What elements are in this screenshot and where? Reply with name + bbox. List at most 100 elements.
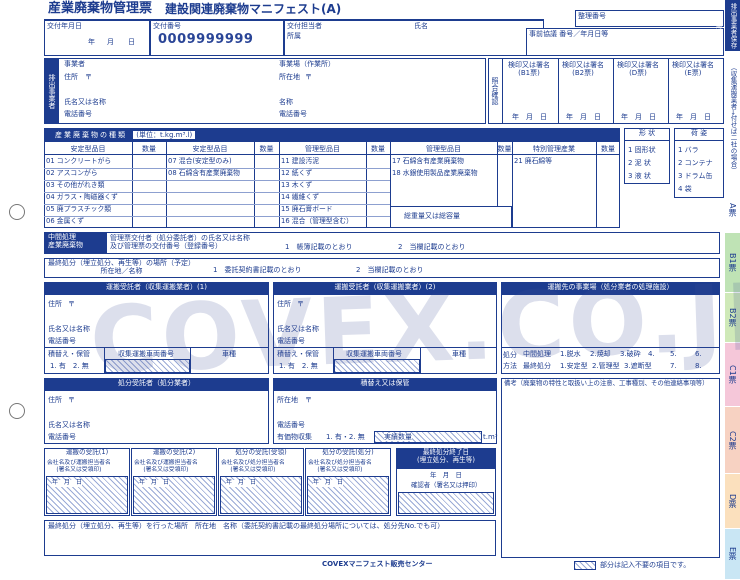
confirm-side-label: 照合確認 — [489, 59, 503, 123]
remarks-section[interactable] — [501, 378, 720, 558]
dest-m7[interactable]: 1.安定型 — [560, 362, 588, 370]
confirm-date-1: 年 月 日 — [512, 113, 547, 121]
waste-item-col3[interactable]: 13 木くず — [281, 181, 312, 190]
side-strip-6[interactable]: C2票 — [725, 407, 740, 474]
waste-item-col1[interactable]: 03 その他がれき類 — [46, 181, 104, 190]
emitter-tel-label: 電話番号 — [64, 110, 92, 118]
total-label: 総重量又は総容量 — [404, 212, 460, 220]
side-strip-2[interactable]: A票 — [725, 187, 740, 233]
waste-row-line — [44, 192, 390, 193]
waste-row-line — [44, 168, 390, 169]
dest-title: 運搬先の事業場（処分業者の処理施設） — [502, 283, 719, 295]
side-strip-3[interactable]: B1票 — [725, 233, 740, 293]
receipt-date: 年 月 日 — [139, 479, 170, 487]
side-strip-5[interactable]: C1票 — [725, 343, 740, 407]
final-opt2[interactable]: 2 当欄記載のとおり — [356, 266, 423, 274]
dest-m6[interactable]: 6. — [695, 350, 702, 358]
waste-col-header: 数量 — [254, 143, 279, 155]
trans2-yes-no[interactable]: 1. 有 2. 無 — [279, 362, 318, 370]
waste-col-header: 管理型品目 — [390, 143, 497, 155]
middle-opt2[interactable]: 2 当欄記載のとおり — [398, 243, 465, 251]
confirm-b1[interactable]: 検印又は署名 (B1票) — [508, 61, 550, 77]
confirm-b2[interactable]: 検印又は署名 (B2票) — [562, 61, 604, 77]
middle-opt1[interactable]: 1 帳簿記載のとおり — [285, 243, 352, 251]
waste-item-col3[interactable]: 15 廃石膏ボード — [281, 205, 333, 214]
storage-actual: 実績数量 — [384, 433, 412, 442]
form-title: 産業廃棄物管理票 — [48, 1, 153, 16]
dest-m4[interactable]: 4. — [648, 350, 655, 358]
dest-m9[interactable]: 3.遮断型 — [624, 362, 652, 370]
waste-item-col1[interactable]: 05 廃プラスチック類 — [46, 205, 111, 214]
receipt-sub-r4: 会社名及び処分担当者名 (署名又は受領印) — [308, 460, 372, 473]
waste-item-col3[interactable]: 12 紙くず — [281, 169, 312, 178]
waste-item-col5[interactable]: 21 廃石綿等 — [514, 157, 552, 166]
dest-m3[interactable]: 3.破砕 — [620, 350, 641, 358]
pack-option[interactable]: 3 ドラム缶 — [678, 172, 712, 180]
waste-item-col3[interactable]: 16 混合（管理型含む） — [281, 217, 353, 226]
waste-item-col2[interactable]: 08 石綿含有産業廃棄物 — [168, 169, 240, 178]
shape-title: 形 状 — [625, 129, 669, 141]
dest-m11[interactable]: 8. — [695, 362, 702, 370]
shape-option[interactable]: 3 液 状 — [628, 172, 651, 180]
site-tel-label: 電話番号 — [279, 110, 307, 118]
waste-item-col2[interactable]: 07 混合(安定型のみ) — [168, 157, 232, 166]
disposer-postal: 〒 — [68, 396, 75, 404]
trans2-vehicle-no: 収集運搬車両番号 — [346, 350, 402, 358]
dest-m8[interactable]: 2.管理型 — [592, 362, 620, 370]
month-label: 月 — [107, 38, 114, 46]
waste-col-header: 安定型品目 — [166, 143, 254, 155]
waste-col-header: 数量 — [596, 143, 620, 155]
waste-col-header: 特別管理産業 — [512, 143, 596, 155]
dest-m5[interactable]: 5. — [670, 350, 677, 358]
pack-option[interactable]: 1 バラ — [678, 146, 699, 154]
postal-mark: 〒 — [85, 73, 92, 81]
side-strip-7[interactable]: D票 — [725, 474, 740, 529]
waste-item-col1[interactable]: 02 アスコンがら — [46, 169, 98, 178]
office-label: 所属 — [287, 32, 301, 40]
waste-col-divider — [596, 142, 597, 228]
side-strip-0[interactable]: 排出事業者保存用 — [714, 0, 740, 52]
issue-no-label: 交付番号 — [153, 22, 181, 30]
confirm-d[interactable]: 検印又は署名 (D票) — [617, 61, 659, 77]
waste-item-col1[interactable]: 04 ガラス・陶磁器くず — [46, 193, 118, 202]
site-postal-mark: 〒 — [305, 73, 312, 81]
pack-option[interactable]: 2 コンテナ — [678, 159, 713, 167]
shape-option[interactable]: 2 泥 状 — [628, 159, 651, 167]
disposer-tel: 電話番号 — [48, 433, 76, 441]
waste-item-col4[interactable]: 17 石綿含有産業廃棄物 — [392, 157, 464, 166]
storage-title: 積替え又は保管 — [274, 379, 496, 391]
form-subtitle: 建設関連廃棄物マニフェスト(A) — [165, 2, 342, 16]
final-opt1[interactable]: 1 委託契約書記載のとおり — [213, 266, 301, 274]
waste-col-header: 管理型品目 — [279, 143, 366, 155]
waste-item-col3[interactable]: 11 建設汚泥 — [281, 157, 319, 166]
waste-title: 産業廃棄物の種類 — [55, 131, 127, 139]
confirm-e[interactable]: 検印又は署名 (E票) — [672, 61, 714, 77]
trans2-address: 住所 — [277, 300, 291, 308]
storage-tel: 電話番号 — [277, 421, 305, 429]
seiri-label: 整理番号 — [578, 12, 606, 20]
side-strip-4[interactable]: B2票 — [725, 293, 740, 343]
site-location-label: 所在地 — [279, 73, 300, 81]
shape-option[interactable]: 1 固形状 — [628, 146, 656, 154]
final-label: 最終処分（埋立処分、再生等）の場所（予定） 所在地／名称 — [48, 259, 195, 276]
issuer-label: 交付担当者 — [287, 22, 322, 30]
day-label: 日 — [128, 38, 135, 46]
trans1-reload: 積替え・保管 — [48, 350, 90, 358]
side-strip-8[interactable]: E票 — [725, 529, 740, 580]
receipt-title-r4: 処分の受託(処分) — [306, 448, 390, 459]
trans2-postal: 〒 — [297, 300, 304, 308]
dest-m1[interactable]: 1.脱水 — [560, 350, 581, 358]
waste-item-col1[interactable]: 01 コンクリートがら — [46, 157, 111, 166]
storage-yn[interactable]: 1. 有・2. 無 — [326, 433, 365, 441]
side-strip-1[interactable]: （収集運搬業者→付せば二社の場合） — [725, 52, 740, 187]
waste-item-col3[interactable]: 14 繊維くず — [281, 193, 319, 202]
trans1-vehicle: 車種 — [222, 350, 236, 358]
trans1-yes-no[interactable]: 1. 有 2. 無 — [50, 362, 89, 370]
emitter-section — [44, 58, 486, 124]
dest-m10[interactable]: 7. — [670, 362, 677, 370]
waste-item-col4[interactable]: 18 水銀使用製品産業廃棄物 — [392, 169, 478, 178]
waste-item-col1[interactable]: 06 金属くず — [46, 217, 84, 226]
dest-m2[interactable]: 2.焼却 — [590, 350, 611, 358]
pack-option[interactable]: 4 袋 — [678, 185, 692, 193]
receipt-sub-r1: 会社名及び運搬担当者名 (署名又は受領印) — [47, 460, 111, 473]
